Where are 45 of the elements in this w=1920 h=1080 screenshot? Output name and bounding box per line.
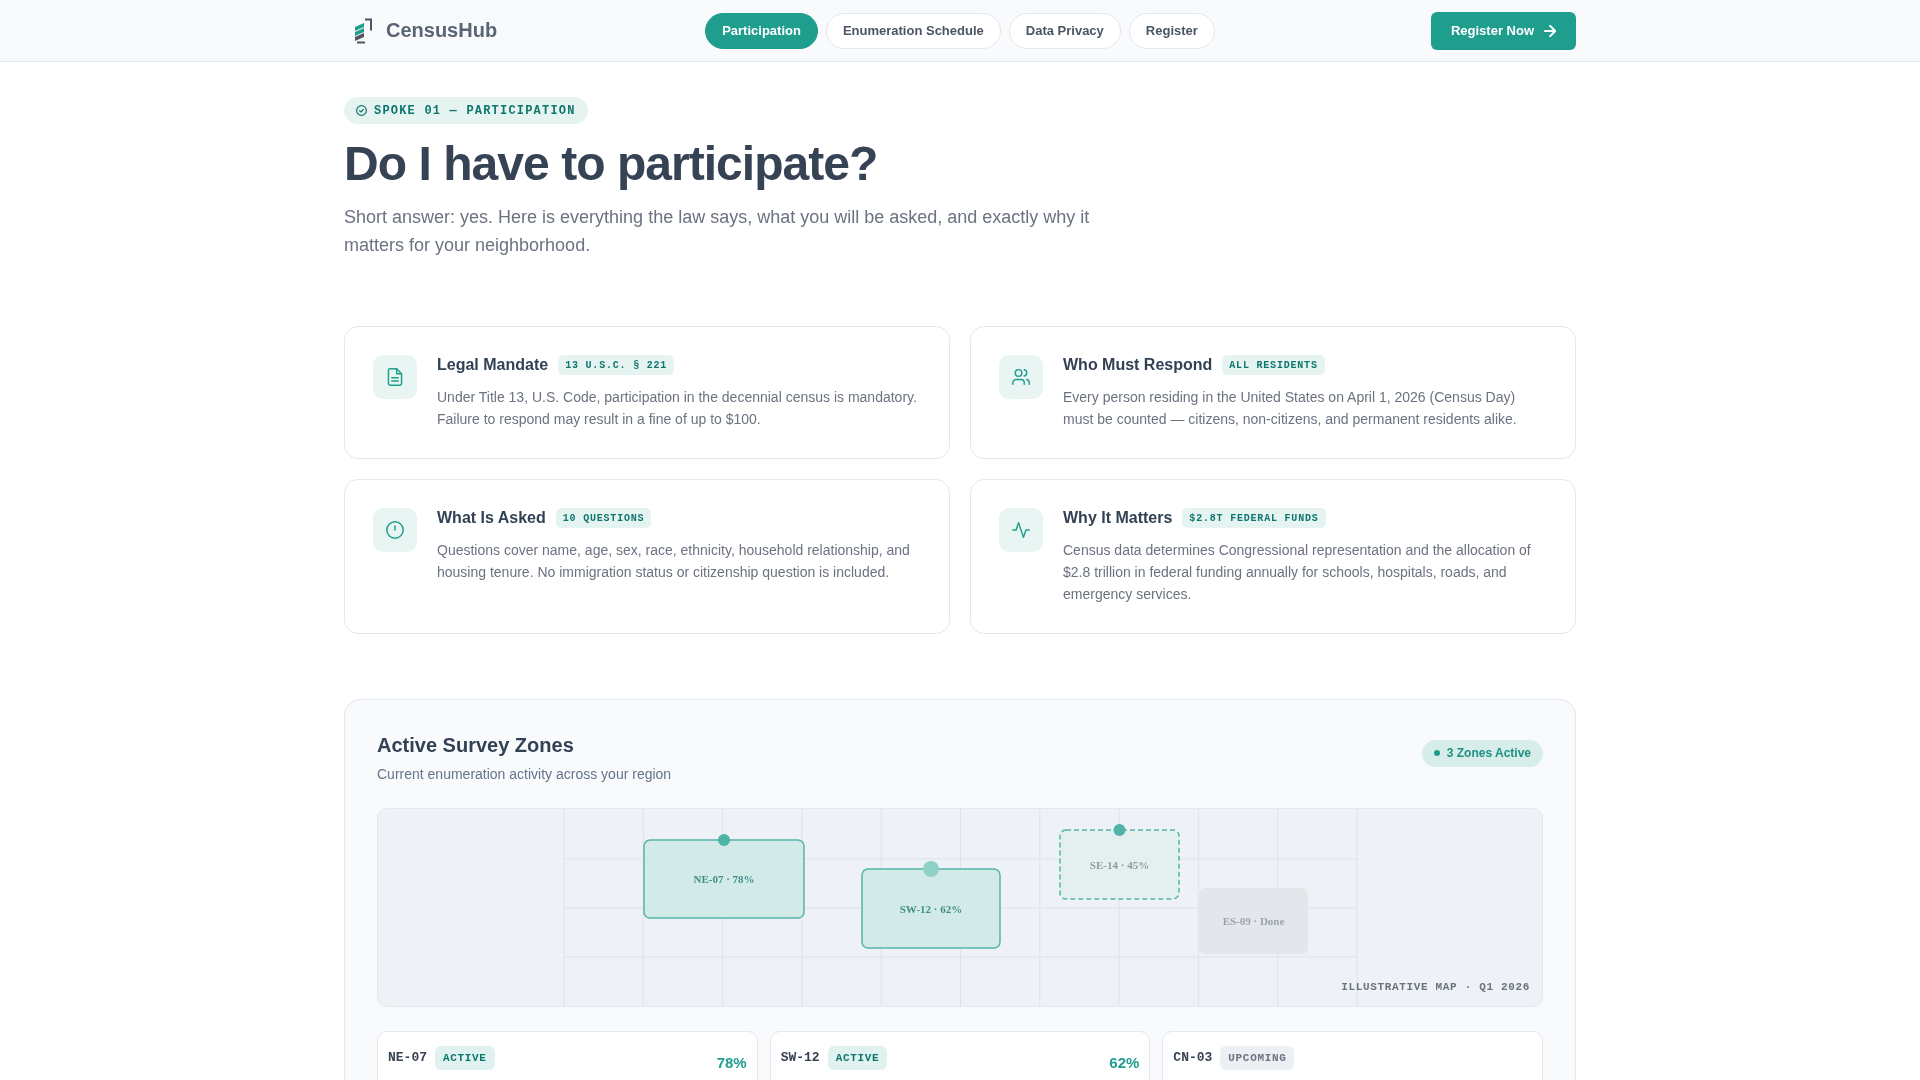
status-dot-icon xyxy=(1433,750,1440,757)
zone-label: ES-09 · Done xyxy=(1222,915,1285,928)
card-text: Under Title 13, U.S. Code, participation in the decennial census is mandatory. Failure to respond may result in a fine of up to $100. xyxy=(437,388,918,430)
zone-marker-icon xyxy=(718,834,730,847)
card-tag: 10 QUESTIONS xyxy=(555,508,652,529)
users-icon xyxy=(999,355,1043,400)
card-text: Census data determines Congressional representation and the allocation of $2.8 trillion in federal funding annually for schools, hospitals, roads, and emergency services. xyxy=(1063,541,1532,605)
zone-label: NE-07 · 78% xyxy=(693,873,755,886)
arrow-right-icon xyxy=(1544,24,1556,37)
card-title: Legal Mandate xyxy=(437,356,549,375)
panel-title: Active Survey Zones xyxy=(377,733,575,759)
check-circle-icon xyxy=(356,105,367,116)
card-title: Why It Matters xyxy=(1063,509,1173,528)
map-caption: ILLUSTRATIVE MAP · Q1 2026 xyxy=(1341,981,1530,994)
page-title: Do I have to participate? xyxy=(344,136,879,192)
document-icon xyxy=(373,355,417,400)
zone-code: CN-03 xyxy=(1173,1050,1213,1066)
zone-code: NE-07 xyxy=(388,1050,427,1066)
nav-tab[interactable]: Enumeration Schedule xyxy=(825,12,1001,49)
zone-status-tag: ACTIVE xyxy=(435,1045,495,1070)
zone-label: SW-12 · 62% xyxy=(899,902,963,915)
card-tag: ALL RESIDENTS xyxy=(1222,355,1325,376)
card-title: Who Must Respond xyxy=(1063,356,1213,375)
card-title: What Is Asked xyxy=(437,509,546,528)
zone-percent: 62% xyxy=(1109,1054,1140,1072)
card-tag: 13 U.S.C. § 221 xyxy=(558,355,675,376)
zone-status-tag: ACTIVE xyxy=(827,1045,888,1070)
section-badge-label: SPOKE 01 — PARTICIPATION xyxy=(374,103,576,118)
zone-code: SW-12 xyxy=(780,1050,820,1066)
card-text: Every person residing in the United States on April 1, 2026 (Census Day) must be counted — citizens, non-citizens, and permanent residents alike. xyxy=(1063,388,1518,430)
zone-percent: 78% xyxy=(716,1054,747,1072)
striped-logo-icon xyxy=(353,17,373,44)
zones-active-label: 3 Zones Active xyxy=(1446,746,1531,761)
panel-subtitle: Current enumeration activity across your region xyxy=(377,765,672,785)
page-intro: Short answer: yes. Here is everything the law says, what you will be asked, and exactly why it matters for your neighborhood. xyxy=(344,205,1091,258)
zone-status-tag: UPCOMING xyxy=(1220,1045,1295,1070)
pulse-icon xyxy=(999,508,1043,553)
nav-tab[interactable]: Register xyxy=(1128,12,1215,49)
zone-marker-icon xyxy=(923,861,939,878)
zone-label: SE-14 · 45% xyxy=(1089,858,1150,871)
nav-tab[interactable]: Data Privacy xyxy=(1008,12,1121,49)
card-tag: $2.8T FEDERAL FUNDS xyxy=(1182,508,1326,529)
card-text: Questions cover name, age, sex, race, ethnicity, household relationship, and housing tenure. No immigration status or citizenship question is included. xyxy=(437,541,911,583)
zone-marker-icon xyxy=(1113,824,1126,837)
brand-name[interactable]: CensusHub xyxy=(386,19,498,42)
